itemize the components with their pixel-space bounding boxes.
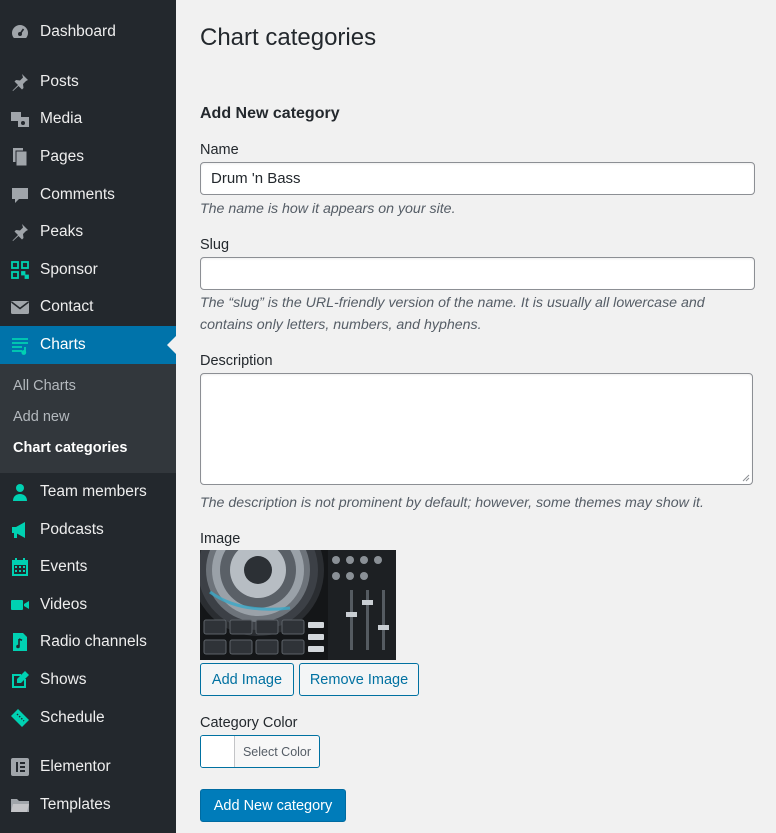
sidebar-item-label: Comments [40, 186, 115, 203]
slug-input[interactable] [200, 257, 755, 290]
sidebar-item-elementor[interactable]: Elementor [0, 748, 176, 786]
slug-help-text-line-2: contains only letters, numbers, and hyph… [200, 317, 482, 333]
sidebar-item-label: Schedule [40, 709, 105, 726]
sidebar-item-label: Pages [40, 148, 84, 165]
ticket-icon [10, 708, 30, 728]
category-image-preview [200, 550, 396, 660]
sidebar-item-shows[interactable]: Shows [0, 661, 176, 699]
envelope-icon [10, 297, 30, 317]
sidebar-item-label: Media [40, 110, 83, 127]
pages-icon [10, 147, 30, 167]
dashboard-icon [10, 22, 30, 42]
page-title: Chart categories [200, 24, 377, 51]
resize-handle-icon[interactable] [742, 474, 750, 482]
qr-icon [10, 260, 30, 280]
sidebar-item-contact[interactable]: Contact [0, 288, 176, 326]
comment-icon [10, 185, 30, 205]
sidebar-item-events[interactable]: Events [0, 548, 176, 586]
admin-sidebar: Dashboard Posts Media Pages Comments Pea… [0, 0, 176, 833]
sidebar-item-posts[interactable]: Posts [0, 63, 176, 101]
sidebar-item-dashboard[interactable]: Dashboard [0, 13, 176, 51]
calendar-icon [10, 557, 30, 577]
sidebar-item-label: Dashboard [40, 23, 116, 40]
sidebar-item-pages[interactable]: Pages [0, 138, 176, 176]
sidebar-item-label: Videos [40, 596, 88, 613]
video-camera-icon [10, 595, 30, 615]
sidebar-item-label: Templates [40, 796, 111, 813]
sidebar-item-sponsor[interactable]: Sponsor [0, 251, 176, 289]
edit-icon [10, 670, 30, 690]
pin-icon [10, 222, 30, 242]
sidebar-item-videos[interactable]: Videos [0, 586, 176, 624]
name-input[interactable] [200, 162, 755, 195]
add-new-category-button[interactable]: Add New category [200, 789, 346, 822]
charts-submenu: All Charts Add new Chart categories [0, 364, 176, 473]
sidebar-item-team-members[interactable]: Team members [0, 473, 176, 511]
sidebar-item-comments[interactable]: Comments [0, 176, 176, 214]
sidebar-item-label: Podcasts [40, 521, 104, 538]
submenu-all-charts[interactable]: All Charts [13, 378, 76, 394]
sidebar-item-label: Team members [40, 483, 147, 500]
person-icon [10, 482, 30, 502]
description-label: Description [200, 353, 273, 369]
submenu-chart-categories[interactable]: Chart categories [13, 440, 127, 456]
description-textarea[interactable] [200, 373, 753, 485]
sidebar-item-charts[interactable]: Charts [0, 326, 176, 364]
form-title: Add New category [200, 105, 340, 122]
sidebar-item-label: Peaks [40, 223, 84, 240]
sidebar-item-label: Posts [40, 73, 79, 90]
sidebar-item-podcasts[interactable]: Podcasts [0, 511, 176, 549]
slug-help-text-line-1: The “slug” is the URL-friendly version o… [200, 295, 705, 311]
media-icon [10, 109, 30, 129]
category-color-picker[interactable]: Select Color [200, 735, 320, 768]
sidebar-item-schedule[interactable]: Schedule [0, 699, 176, 737]
sidebar-item-label: Events [40, 558, 88, 575]
sidebar-item-label: Sponsor [40, 261, 98, 278]
sidebar-item-media[interactable]: Media [0, 100, 176, 138]
description-help-text: The description is not prominent by defa… [200, 495, 704, 511]
name-help-text: The name is how it appears on your site. [200, 201, 456, 217]
elementor-icon [10, 757, 30, 777]
folder-icon [10, 795, 30, 815]
sidebar-item-peaks[interactable]: Peaks [0, 213, 176, 251]
music-file-icon [10, 632, 30, 652]
sidebar-item-label: Charts [40, 336, 86, 353]
sidebar-item-label: Elementor [40, 758, 111, 775]
sidebar-item-label: Shows [40, 671, 87, 688]
sidebar-item-templates[interactable]: Templates [0, 786, 176, 824]
submenu-add-new[interactable]: Add new [13, 409, 69, 425]
sidebar-item-radio-channels[interactable]: Radio channels [0, 623, 176, 661]
sidebar-item-label: Radio channels [40, 633, 147, 650]
image-label: Image [200, 531, 241, 547]
select-color-label: Select Color [242, 744, 312, 759]
category-color-label: Category Color [200, 715, 298, 731]
megaphone-icon [10, 520, 30, 540]
sidebar-item-label: Contact [40, 298, 94, 315]
color-swatch [201, 736, 235, 767]
pin-icon [10, 72, 30, 92]
add-image-button[interactable]: Add Image [200, 663, 294, 696]
dj-controller-image [200, 550, 396, 660]
playlist-icon [10, 335, 30, 355]
description-field [200, 373, 753, 485]
remove-image-button[interactable]: Remove Image [299, 663, 419, 696]
slug-label: Slug [200, 237, 230, 253]
name-label: Name [200, 142, 239, 158]
